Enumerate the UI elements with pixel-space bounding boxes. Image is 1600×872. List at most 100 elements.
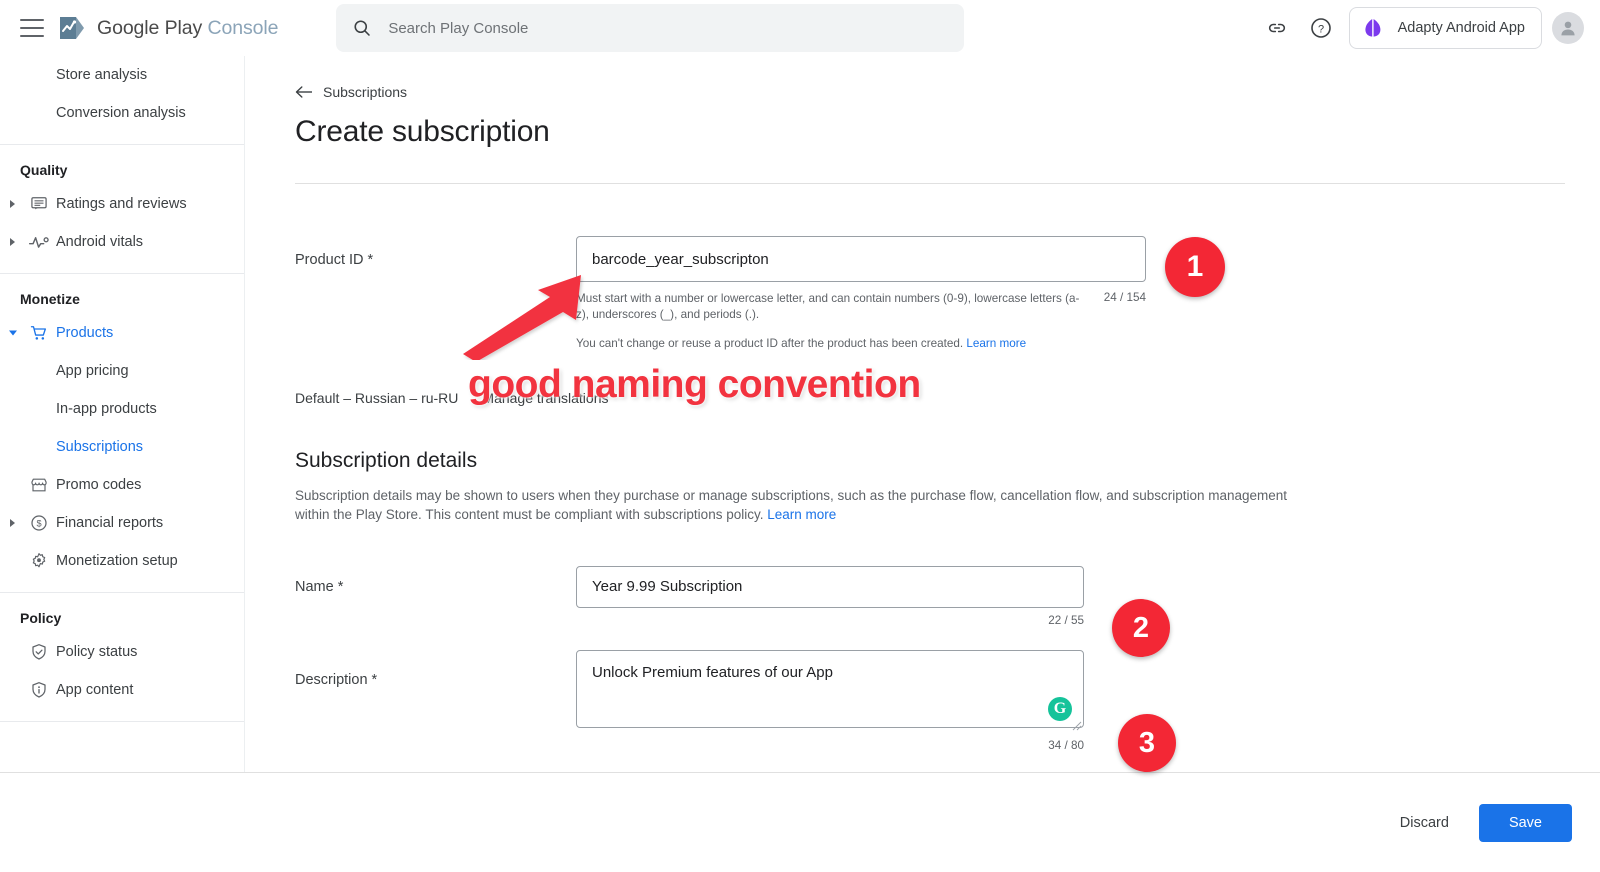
sidebar-item-app-content[interactable]: App content — [0, 671, 244, 709]
play-console-page: Google Play Console ? — [0, 0, 1600, 872]
search-input[interactable] — [388, 19, 949, 37]
chevron-right-icon[interactable] — [4, 237, 22, 247]
account-avatar-icon[interactable] — [1552, 12, 1584, 44]
save-button[interactable]: Save — [1478, 803, 1572, 842]
sidebar-item-label: Promo codes — [56, 477, 142, 493]
sidebar-section-quality-title: Quality — [20, 162, 68, 178]
grammarly-icon[interactable]: G — [1048, 696, 1072, 721]
android-vitals-icon — [22, 232, 56, 252]
action-footer-bar: Discard Save — [0, 772, 1600, 872]
sidebar-item-label: Products — [56, 325, 114, 341]
financial-reports-icon: $ — [22, 513, 56, 533]
brand-title: Google Play Console — [97, 17, 278, 40]
sidebar-item-label: Monetization setup — [56, 553, 178, 569]
chevron-down-icon[interactable] — [4, 329, 22, 337]
default-language-label: Default – Russian – ru-RU — [295, 389, 459, 406]
discard-button[interactable]: Discard — [1386, 805, 1463, 841]
sidebar-item-label: Conversion analysis — [56, 105, 186, 121]
product-id-helper-row: Must start with a number or lowercase le… — [576, 291, 1146, 323]
shopping-cart-icon — [22, 323, 56, 343]
sidebar-item-subscriptions[interactable]: Subscriptions — [0, 428, 244, 466]
sidebar-item-label: Ratings and reviews — [56, 196, 187, 212]
top-app-bar: Google Play Console ? — [0, 0, 1600, 56]
description-textarea-wrap: G — [576, 649, 1084, 733]
breadcrumb-back-subscriptions[interactable]: Subscriptions — [295, 84, 407, 100]
required-marker: * — [371, 671, 378, 688]
sidebar-item-label: Store analysis — [56, 67, 148, 83]
adapty-logo-icon — [1357, 13, 1388, 43]
sidebar-divider — [0, 592, 244, 593]
sidebar-item-promo-codes[interactable]: Promo codes — [0, 466, 244, 504]
sidebar-item-financial-reports[interactable]: $ Financial reports — [0, 504, 244, 542]
name-field-row: Name* 22 / 55 — [295, 565, 1600, 627]
sidebar-item-label: In-app products — [56, 401, 157, 417]
sidebar-section-policy-title: Policy — [20, 610, 62, 626]
search-bar[interactable] — [336, 4, 965, 52]
sidebar-item-policy-status[interactable]: Policy status — [0, 633, 244, 671]
link-icon[interactable] — [1255, 6, 1299, 50]
product-id-label: Product ID * — [295, 236, 576, 268]
subscription-details-learn-more-link[interactable]: Learn more — [767, 507, 836, 522]
name-field-col: 22 / 55 — [576, 565, 1084, 627]
subscription-details-description: Subscription details may be shown to use… — [295, 486, 1295, 525]
sidebar-divider — [0, 273, 244, 274]
name-input[interactable] — [576, 565, 1084, 608]
policy-status-shield-icon — [22, 642, 56, 662]
product-id-learn-more-link[interactable]: Learn more — [966, 337, 1026, 350]
topbar-actions: ? Adapty Android App — [1255, 6, 1584, 50]
required-marker: * — [367, 252, 374, 268]
search-icon — [354, 20, 371, 36]
header-divider — [295, 183, 1565, 184]
help-circle-icon[interactable]: ? — [1299, 6, 1343, 50]
svg-text:$: $ — [36, 519, 41, 529]
main-content: Subscriptions Create subscription Produc… — [245, 56, 1600, 772]
app-selector-chip[interactable]: Adapty Android App — [1348, 7, 1542, 49]
google-play-console-logo-icon — [60, 17, 84, 39]
arrow-left-icon — [295, 86, 312, 98]
sidebar-item-in-app-products[interactable]: In-app products — [0, 390, 244, 428]
ratings-reviews-icon — [22, 194, 56, 214]
sidebar-item-app-pricing[interactable]: App pricing — [0, 352, 244, 390]
product-id-note-text: You can't change or reuse a product ID a… — [576, 336, 964, 350]
sidebar-item-label: Policy status — [56, 644, 138, 660]
name-counter: 22 / 55 — [1048, 613, 1084, 627]
description-textarea[interactable] — [576, 649, 1084, 728]
chevron-right-icon[interactable] — [4, 518, 22, 528]
description-field-row: Description* G 34 / 80 — [295, 649, 1600, 752]
description-counter: 34 / 80 — [1048, 738, 1084, 752]
page-title: Create subscription — [295, 115, 550, 148]
manage-translations-button[interactable]: Manage translations — [482, 390, 608, 406]
description-label: Description * — [295, 650, 576, 688]
sidebar-item-label: App pricing — [56, 363, 129, 379]
hamburger-menu-icon[interactable] — [20, 19, 44, 37]
left-navigation-sidebar: Store analysis Conversion analysis Quali… — [0, 56, 245, 772]
product-id-counter: 24 / 154 — [1103, 291, 1146, 304]
description-label-text: Description — [295, 671, 368, 688]
breadcrumb-label: Subscriptions — [323, 84, 408, 100]
brand-title-primary: Google Play — [97, 16, 203, 39]
sidebar-section-monetize-title: Monetize — [20, 291, 80, 307]
svg-text:?: ? — [1318, 24, 1324, 36]
brand-logo-group[interactable]: Google Play Console — [58, 15, 278, 41]
product-id-field-col: Must start with a number or lowercase le… — [576, 236, 1176, 350]
subscription-details-title: Subscription details — [295, 448, 478, 472]
sidebar-item-monetization-setup[interactable]: Monetization setup — [0, 542, 244, 580]
sidebar-item-android-vitals[interactable]: Android vitals — [0, 223, 244, 261]
sidebar-item-conversion-analysis[interactable]: Conversion analysis — [0, 94, 244, 132]
sidebar-item-products[interactable]: Products — [0, 314, 244, 352]
sidebar-item-store-analysis[interactable]: Store analysis — [0, 56, 244, 94]
sidebar-item-ratings-and-reviews[interactable]: Ratings and reviews — [0, 185, 244, 223]
sidebar-item-label: Android vitals — [56, 234, 144, 250]
monetization-setup-icon — [22, 551, 56, 571]
sidebar-item-label: App content — [56, 682, 134, 698]
brand-title-secondary: Console — [207, 16, 279, 39]
promo-codes-icon — [22, 475, 56, 495]
product-id-input[interactable] — [576, 236, 1146, 282]
product-id-note: You can't change or reuse a product ID a… — [576, 337, 1176, 350]
app-selector-label: Adapty Android App — [1397, 20, 1525, 36]
required-marker: * — [337, 578, 344, 595]
name-label-text: Name — [295, 578, 334, 595]
sidebar-divider — [0, 144, 244, 145]
product-id-helper-text: Must start with a number or lowercase le… — [576, 292, 1080, 321]
chevron-right-icon[interactable] — [4, 199, 22, 209]
